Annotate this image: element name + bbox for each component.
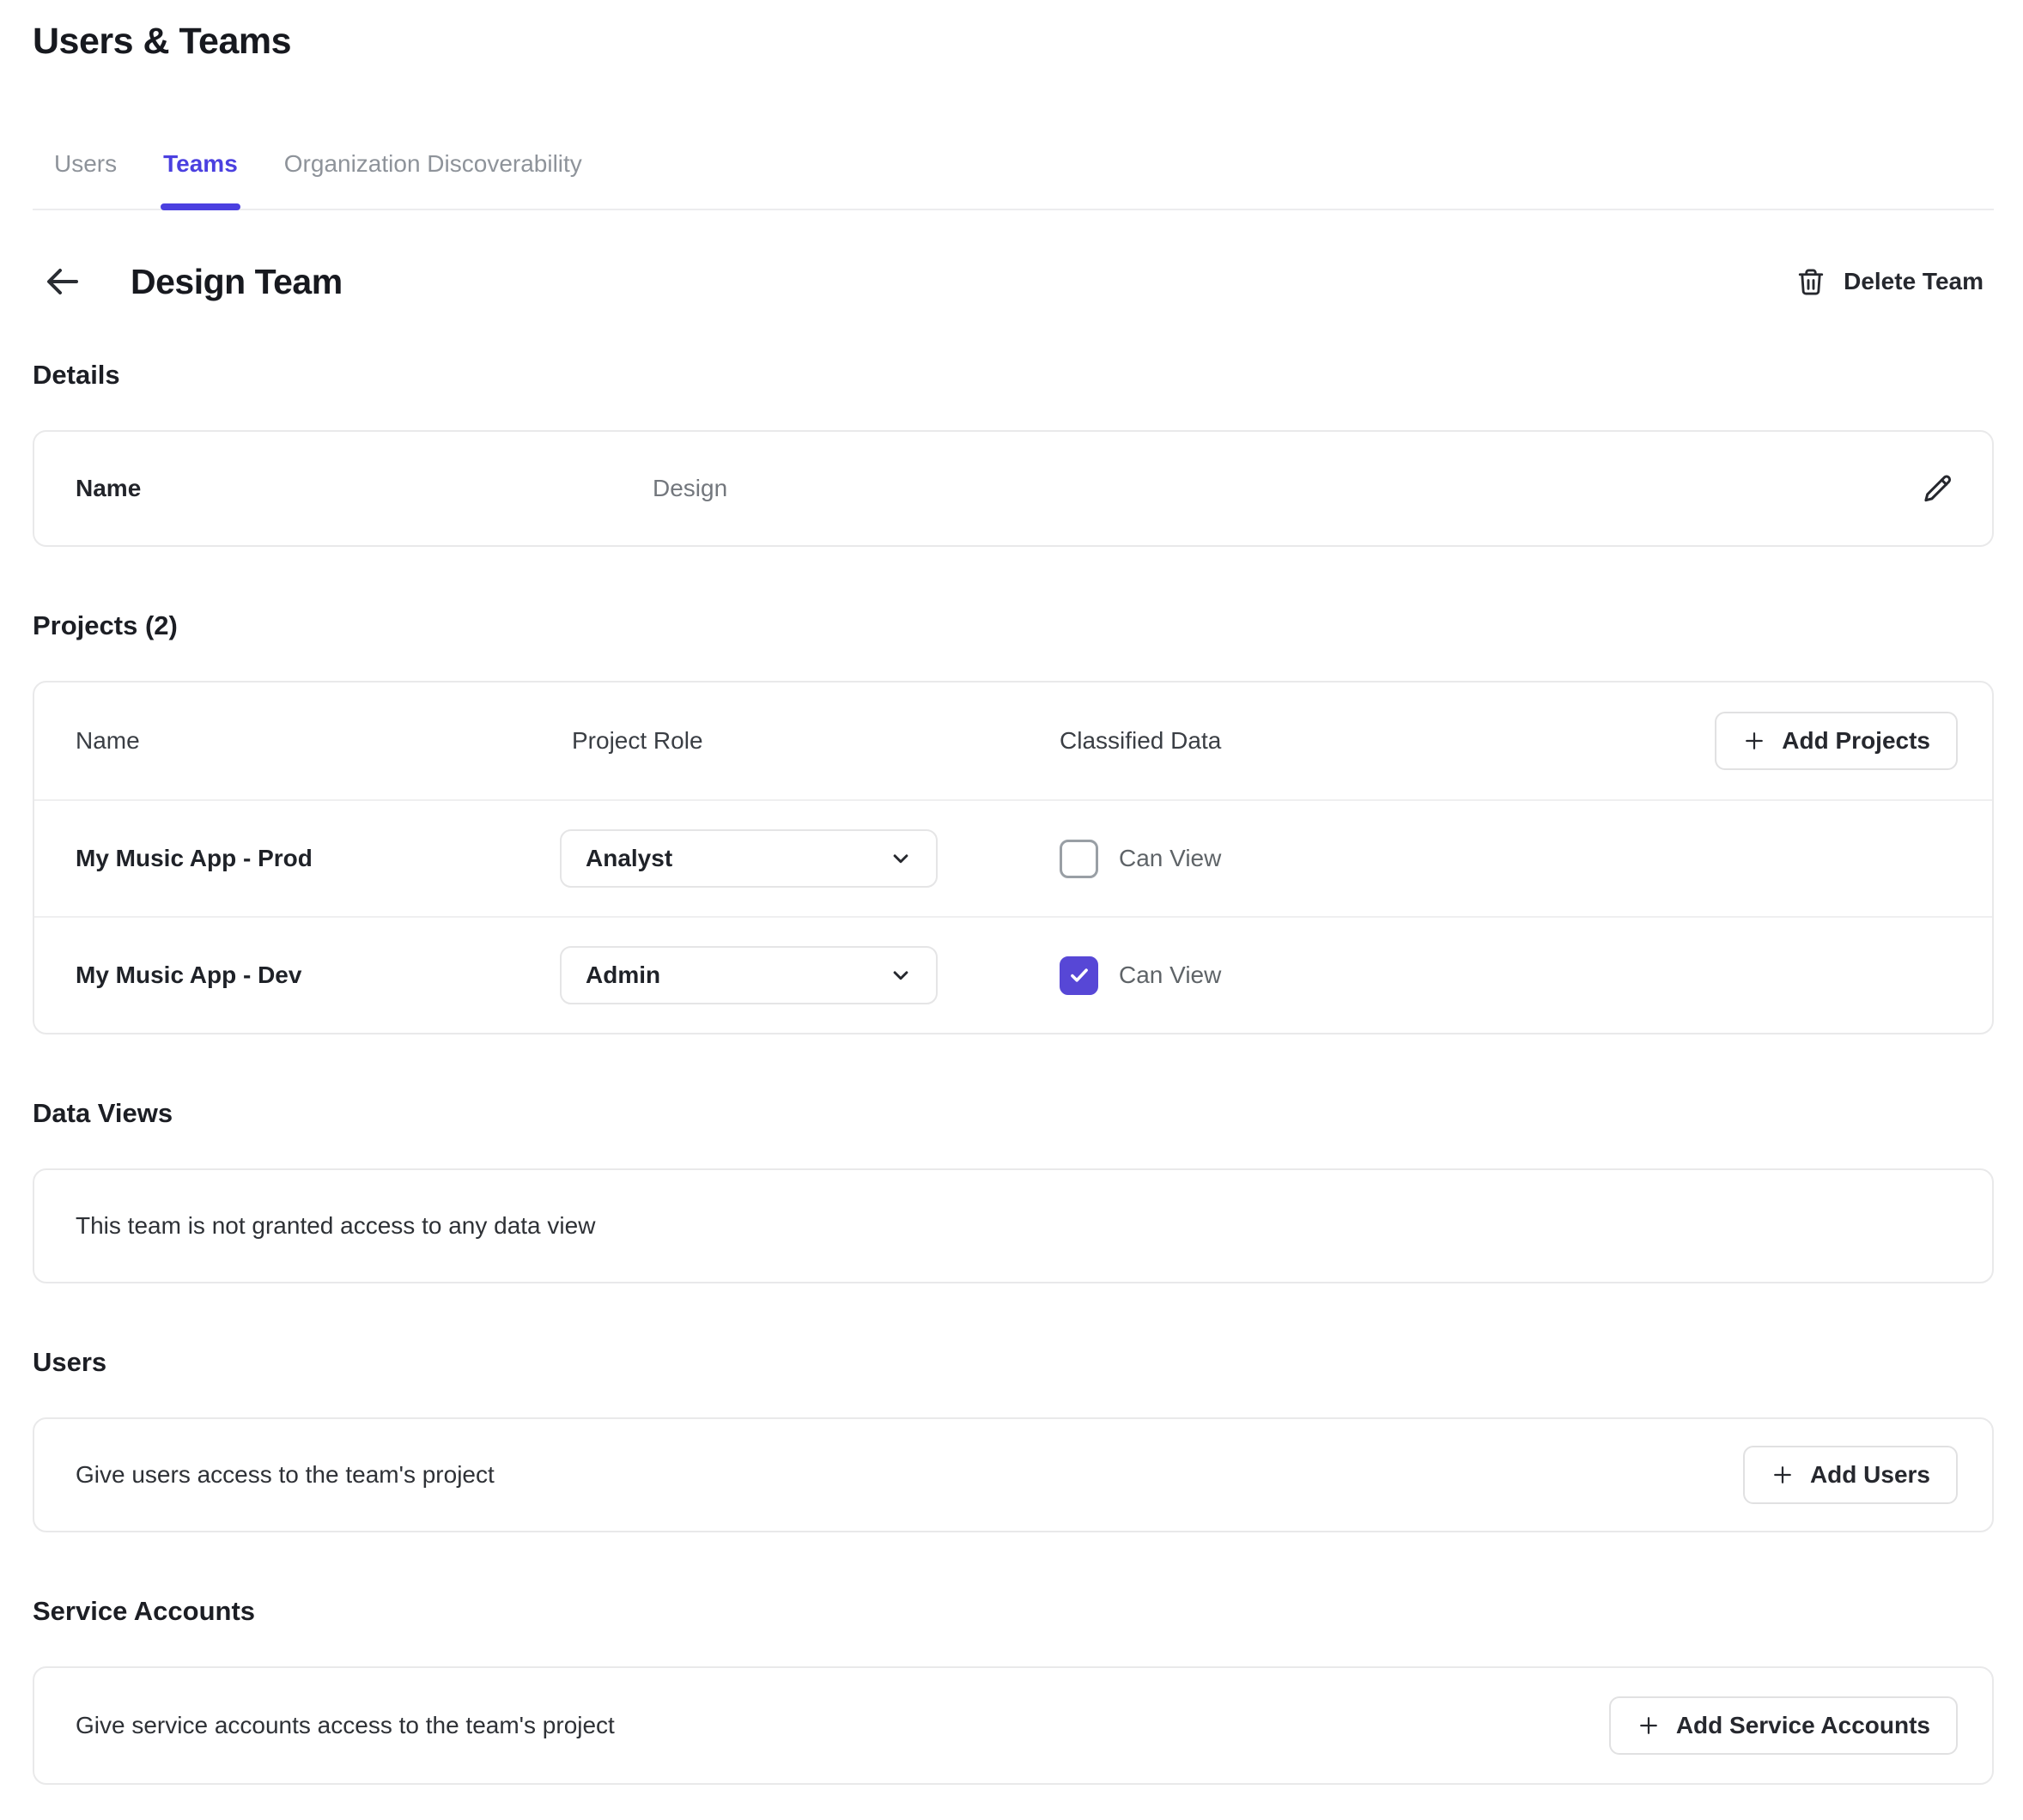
project-row: My Music App - Prod Analyst Can View [34,799,1992,916]
edit-name-button[interactable] [1922,472,1954,505]
users-heading: Users [33,1347,1994,1378]
tab-users[interactable]: Users [54,150,117,209]
project-role-select[interactable]: Analyst [560,829,938,888]
project-name: My Music App - Prod [76,845,560,872]
name-value: Design [653,475,1922,502]
details-card: Name Design [33,430,1994,547]
service-accounts-heading: Service Accounts [33,1596,1994,1627]
add-users-label: Add Users [1810,1461,1930,1489]
add-service-accounts-label: Add Service Accounts [1676,1712,1930,1739]
arrow-left-icon [42,261,83,302]
projects-card: Name Project Role Classified Data Add Pr… [33,681,1994,1034]
team-title: Design Team [131,262,343,302]
column-header-classified-data: Classified Data [1060,727,1715,755]
add-users-button[interactable]: Add Users [1743,1446,1958,1504]
plus-icon [1742,729,1766,753]
add-projects-label: Add Projects [1782,727,1930,755]
data-views-card: This team is not granted access to any d… [33,1168,1994,1283]
users-card: Give users access to the team's project … [33,1417,1994,1532]
project-name: My Music App - Dev [76,962,560,989]
projects-table-header: Name Project Role Classified Data Add Pr… [34,682,1992,799]
project-role-value: Admin [586,962,660,989]
service-accounts-description: Give service accounts access to the team… [76,1712,1609,1739]
project-role-value: Analyst [586,845,672,872]
tab-organization-discoverability[interactable]: Organization Discoverability [284,150,582,209]
delete-team-label: Delete Team [1844,268,1984,295]
plus-icon [1771,1463,1795,1487]
can-view-checkbox[interactable] [1060,956,1098,995]
column-header-name: Name [76,727,560,755]
back-button[interactable] [39,258,86,305]
users-teams-page: Users & Teams Users Teams Organization D… [0,0,2023,1785]
chevron-down-icon [888,846,914,871]
data-views-empty-text: This team is not granted access to any d… [76,1212,1958,1240]
can-view-label: Can View [1119,962,1221,989]
projects-heading: Projects (2) [33,610,1994,641]
add-service-accounts-button[interactable]: Add Service Accounts [1609,1696,1958,1755]
delete-team-button[interactable]: Delete Team [1795,266,1994,297]
service-accounts-card: Give service accounts access to the team… [33,1666,1994,1785]
check-icon [1066,962,1092,988]
page-title: Users & Teams [33,21,1994,63]
add-projects-button[interactable]: Add Projects [1715,712,1958,770]
team-header: Design Team Delete Team [33,258,1994,305]
column-header-project-role: Project Role [560,727,1060,755]
can-view-checkbox[interactable] [1060,840,1098,878]
tab-teams[interactable]: Teams [163,150,238,209]
trash-icon [1795,266,1826,297]
tab-bar: Users Teams Organization Discoverability [33,150,1994,210]
users-description: Give users access to the team's project [76,1461,1743,1489]
name-label: Name [76,475,653,502]
details-heading: Details [33,360,1994,391]
project-role-select[interactable]: Admin [560,946,938,1004]
plus-icon [1637,1714,1661,1738]
data-views-heading: Data Views [33,1098,1994,1129]
chevron-down-icon [888,962,914,988]
pencil-icon [1922,472,1954,505]
can-view-label: Can View [1119,845,1221,872]
project-row: My Music App - Dev Admin [34,916,1992,1033]
